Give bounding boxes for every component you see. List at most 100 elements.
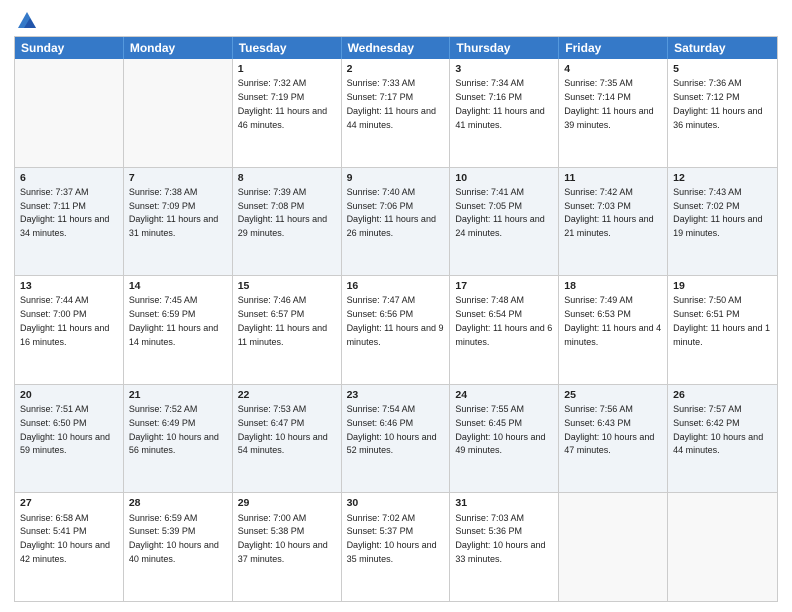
page: SundayMondayTuesdayWednesdayThursdayFrid… (0, 0, 792, 612)
day-number: 17 (455, 279, 553, 293)
empty-cell (124, 59, 233, 167)
day-cell-4: 4 Sunrise: 7:35 AM Sunset: 7:14 PM Daylig… (559, 59, 668, 167)
day-cell-7: 7 Sunrise: 7:38 AM Sunset: 7:09 PM Daylig… (124, 168, 233, 276)
empty-cell (15, 59, 124, 167)
day-cell-10: 10 Sunrise: 7:41 AM Sunset: 7:05 PM Dayli… (450, 168, 559, 276)
header-day-tuesday: Tuesday (233, 37, 342, 59)
day-info: Sunrise: 7:36 AM Sunset: 7:12 PM Dayligh… (673, 78, 762, 129)
calendar-row-1: 1 Sunrise: 7:32 AM Sunset: 7:19 PM Daylig… (15, 59, 777, 168)
day-cell-1: 1 Sunrise: 7:32 AM Sunset: 7:19 PM Daylig… (233, 59, 342, 167)
day-number: 7 (129, 171, 227, 185)
day-number: 14 (129, 279, 227, 293)
day-info: Sunrise: 7:47 AM Sunset: 6:56 PM Dayligh… (347, 295, 444, 346)
day-cell-16: 16 Sunrise: 7:47 AM Sunset: 6:56 PM Dayli… (342, 276, 451, 384)
day-number: 31 (455, 496, 553, 510)
day-number: 30 (347, 496, 445, 510)
day-number: 15 (238, 279, 336, 293)
day-info: Sunrise: 7:34 AM Sunset: 7:16 PM Dayligh… (455, 78, 544, 129)
day-number: 6 (20, 171, 118, 185)
header-day-saturday: Saturday (668, 37, 777, 59)
day-cell-3: 3 Sunrise: 7:34 AM Sunset: 7:16 PM Daylig… (450, 59, 559, 167)
day-cell-28: 28Sunrise: 6:59 AM Sunset: 5:39 PM Dayli… (124, 493, 233, 601)
day-number: 29 (238, 496, 336, 510)
day-cell-2: 2 Sunrise: 7:33 AM Sunset: 7:17 PM Daylig… (342, 59, 451, 167)
day-cell-31: 31 Sunrise: 7:03 AM Sunset: 5:36 PM Dayli… (450, 493, 559, 601)
calendar-row-2: 6Sunrise: 7:37 AM Sunset: 7:11 PM Daylig… (15, 168, 777, 277)
day-cell-30: 30 Sunrise: 7:02 AM Sunset: 5:37 PM Dayli… (342, 493, 451, 601)
day-cell-17: 17 Sunrise: 7:48 AM Sunset: 6:54 PM Dayli… (450, 276, 559, 384)
calendar-row-4: 20Sunrise: 7:51 AM Sunset: 6:50 PM Dayli… (15, 385, 777, 494)
day-info: Sunrise: 7:02 AM Sunset: 5:37 PM Dayligh… (347, 513, 437, 564)
day-cell-24: 24 Sunrise: 7:55 AM Sunset: 6:45 PM Dayli… (450, 385, 559, 493)
calendar-header: SundayMondayTuesdayWednesdayThursdayFrid… (15, 37, 777, 59)
day-number: 21 (129, 388, 227, 402)
logo (14, 10, 38, 30)
header-day-wednesday: Wednesday (342, 37, 451, 59)
calendar-row-5: 27 Sunrise: 6:58 AM Sunset: 5:41 PM Dayli… (15, 493, 777, 601)
day-cell-21: 21 Sunrise: 7:52 AM Sunset: 6:49 PM Dayli… (124, 385, 233, 493)
day-number: 9 (347, 171, 445, 185)
day-cell-6: 6Sunrise: 7:37 AM Sunset: 7:11 PM Daylig… (15, 168, 124, 276)
day-number: 22 (238, 388, 336, 402)
day-number: 1 (238, 62, 336, 76)
day-cell-27: 27 Sunrise: 6:58 AM Sunset: 5:41 PM Dayli… (15, 493, 124, 601)
header-day-thursday: Thursday (450, 37, 559, 59)
calendar-row-3: 13 Sunrise: 7:44 AM Sunset: 7:00 PM Dayli… (15, 276, 777, 385)
day-info: Sunrise: 7:35 AM Sunset: 7:14 PM Dayligh… (564, 78, 653, 129)
day-info: Sunrise: 7:44 AM Sunset: 7:00 PM Dayligh… (20, 295, 109, 346)
day-cell-23: 23Sunrise: 7:54 AM Sunset: 6:46 PM Dayli… (342, 385, 451, 493)
day-number: 11 (564, 171, 662, 185)
day-cell-8: 8 Sunrise: 7:39 AM Sunset: 7:08 PM Daylig… (233, 168, 342, 276)
calendar: SundayMondayTuesdayWednesdayThursdayFrid… (14, 36, 778, 602)
logo-icon (16, 10, 38, 30)
day-number: 19 (673, 279, 772, 293)
day-info: Sunrise: 7:32 AM Sunset: 7:19 PM Dayligh… (238, 78, 327, 129)
day-cell-26: 26 Sunrise: 7:57 AM Sunset: 6:42 PM Dayli… (668, 385, 777, 493)
day-number: 8 (238, 171, 336, 185)
day-cell-25: 25Sunrise: 7:56 AM Sunset: 6:43 PM Dayli… (559, 385, 668, 493)
day-cell-5: 5 Sunrise: 7:36 AM Sunset: 7:12 PM Daylig… (668, 59, 777, 167)
day-number: 26 (673, 388, 772, 402)
day-info: Sunrise: 7:52 AM Sunset: 6:49 PM Dayligh… (129, 404, 219, 455)
day-number: 2 (347, 62, 445, 76)
day-number: 13 (20, 279, 118, 293)
day-info: Sunrise: 7:45 AM Sunset: 6:59 PM Dayligh… (129, 295, 218, 346)
day-number: 24 (455, 388, 553, 402)
day-number: 16 (347, 279, 445, 293)
day-info: Sunrise: 7:41 AM Sunset: 7:05 PM Dayligh… (455, 187, 544, 238)
day-cell-11: 11Sunrise: 7:42 AM Sunset: 7:03 PM Dayli… (559, 168, 668, 276)
day-info: Sunrise: 7:43 AM Sunset: 7:02 PM Dayligh… (673, 187, 762, 238)
day-number: 3 (455, 62, 553, 76)
day-cell-9: 9 Sunrise: 7:40 AM Sunset: 7:06 PM Daylig… (342, 168, 451, 276)
header-day-friday: Friday (559, 37, 668, 59)
day-info: Sunrise: 7:03 AM Sunset: 5:36 PM Dayligh… (455, 513, 545, 564)
day-cell-13: 13 Sunrise: 7:44 AM Sunset: 7:00 PM Dayli… (15, 276, 124, 384)
day-info: Sunrise: 7:54 AM Sunset: 6:46 PM Dayligh… (347, 404, 437, 455)
day-info: Sunrise: 7:57 AM Sunset: 6:42 PM Dayligh… (673, 404, 763, 455)
day-number: 27 (20, 496, 118, 510)
day-number: 5 (673, 62, 772, 76)
day-info: Sunrise: 6:58 AM Sunset: 5:41 PM Dayligh… (20, 513, 110, 564)
day-number: 12 (673, 171, 772, 185)
day-number: 25 (564, 388, 662, 402)
day-info: Sunrise: 7:49 AM Sunset: 6:53 PM Dayligh… (564, 295, 661, 346)
day-info: Sunrise: 7:46 AM Sunset: 6:57 PM Dayligh… (238, 295, 327, 346)
day-number: 10 (455, 171, 553, 185)
header-day-monday: Monday (124, 37, 233, 59)
day-info: Sunrise: 7:55 AM Sunset: 6:45 PM Dayligh… (455, 404, 545, 455)
day-cell-20: 20Sunrise: 7:51 AM Sunset: 6:50 PM Dayli… (15, 385, 124, 493)
day-info: Sunrise: 7:48 AM Sunset: 6:54 PM Dayligh… (455, 295, 552, 346)
empty-cell (668, 493, 777, 601)
header (14, 10, 778, 30)
day-number: 4 (564, 62, 662, 76)
day-info: Sunrise: 7:40 AM Sunset: 7:06 PM Dayligh… (347, 187, 436, 238)
day-cell-18: 18 Sunrise: 7:49 AM Sunset: 6:53 PM Dayli… (559, 276, 668, 384)
day-cell-22: 22Sunrise: 7:53 AM Sunset: 6:47 PM Dayli… (233, 385, 342, 493)
day-number: 18 (564, 279, 662, 293)
day-info: Sunrise: 7:39 AM Sunset: 7:08 PM Dayligh… (238, 187, 327, 238)
header-day-sunday: Sunday (15, 37, 124, 59)
day-info: Sunrise: 7:33 AM Sunset: 7:17 PM Dayligh… (347, 78, 436, 129)
empty-cell (559, 493, 668, 601)
day-info: Sunrise: 6:59 AM Sunset: 5:39 PM Dayligh… (129, 513, 219, 564)
day-info: Sunrise: 7:38 AM Sunset: 7:09 PM Dayligh… (129, 187, 218, 238)
